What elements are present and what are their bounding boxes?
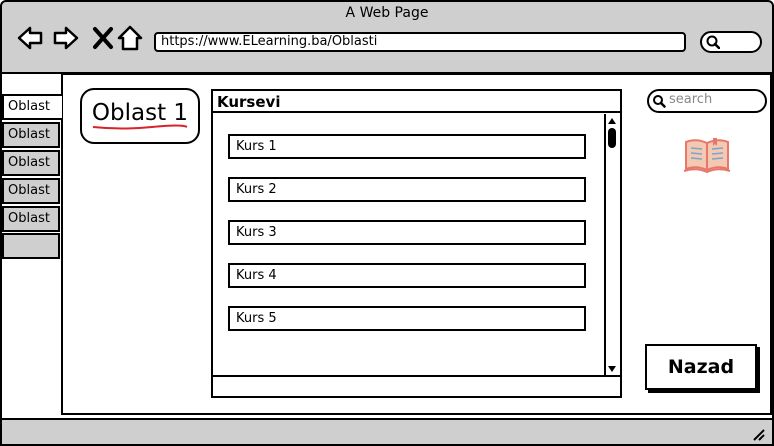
forward-arrow-icon[interactable] <box>52 24 80 52</box>
tab-empty <box>2 233 60 259</box>
scroll-down-icon[interactable] <box>606 364 618 374</box>
window-title: A Web Page <box>345 5 429 21</box>
panel-title: Kursevi <box>213 91 620 113</box>
browser-search-field[interactable] <box>700 31 762 53</box>
home-icon[interactable] <box>116 24 144 52</box>
scrollbar[interactable] <box>604 114 620 376</box>
resize-handle-icon[interactable] <box>748 424 768 442</box>
page-title: Oblast 1 <box>91 100 189 126</box>
course-item-4[interactable]: Kurs 4 <box>228 263 586 288</box>
course-item-2[interactable]: Kurs 2 <box>228 177 586 202</box>
scroll-up-icon[interactable] <box>606 116 618 126</box>
book-icon <box>683 138 731 174</box>
tab-oblast-5[interactable]: Oblast 5 <box>2 206 60 248</box>
address-bar[interactable]: https://www.ELearning.ba/Oblasti <box>154 32 686 52</box>
search-placeholder: search <box>669 92 713 107</box>
search-icon <box>706 35 720 49</box>
tab-oblast-3[interactable]: Oblast 3 <box>2 150 60 192</box>
close-icon[interactable] <box>89 24 117 52</box>
tab-oblast-1[interactable]: Oblast 1 <box>2 94 62 136</box>
tab-oblast-4[interactable]: Oblast 4 <box>2 178 60 220</box>
tab-oblast-2[interactable]: Oblast 2 <box>2 122 60 164</box>
search-icon <box>653 95 666 108</box>
course-item-5[interactable]: Kurs 5 <box>228 306 586 331</box>
course-item-1[interactable]: Kurs 1 <box>228 134 586 159</box>
panel-footer-divider <box>213 375 620 377</box>
status-bar <box>0 418 774 446</box>
title-underline <box>92 124 188 130</box>
back-arrow-icon[interactable] <box>16 24 44 52</box>
scrollbar-thumb[interactable] <box>608 128 616 148</box>
course-item-3[interactable]: Kurs 3 <box>228 220 586 245</box>
back-button[interactable]: Nazad <box>645 344 757 390</box>
